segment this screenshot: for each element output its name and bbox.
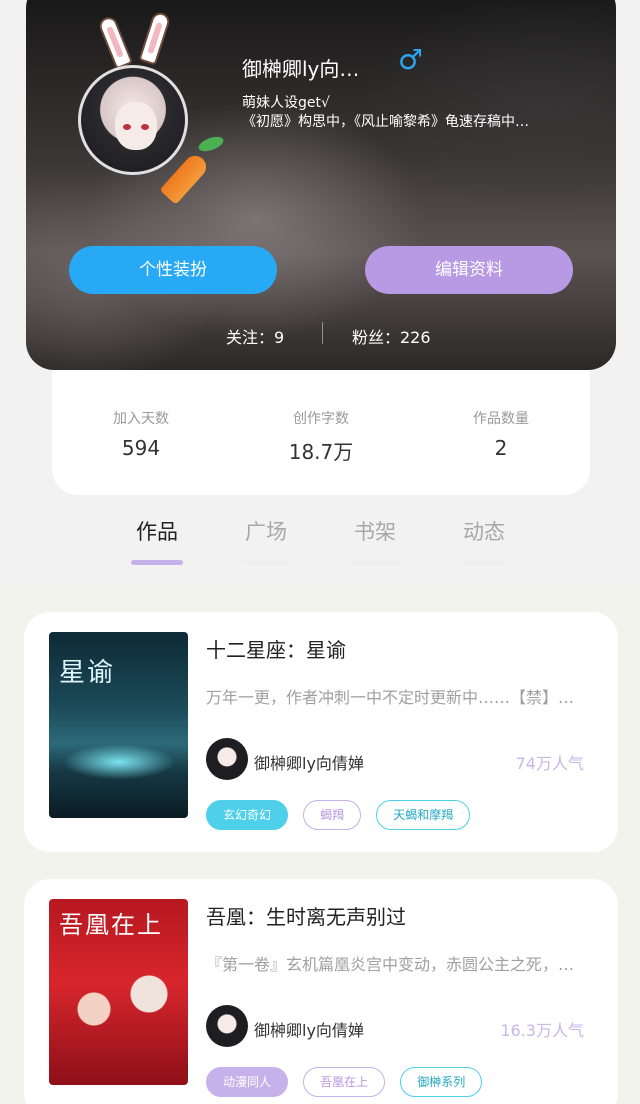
personalize-button[interactable]: 个性装扮 — [69, 246, 277, 294]
user-bio: 萌妹人设get√ 《初愿》构思中，《风止喻黎希》龟速存稿中… — [242, 94, 572, 132]
book-description: 『第一卷』玄机篇凰炎宫中变动，赤圆公主之死，… — [206, 955, 575, 974]
book-title[interactable]: 吾凰：生时离无声别过 — [206, 901, 406, 930]
book-title[interactable]: 十二星座：星谕 — [206, 634, 346, 663]
book-cover[interactable]: 吾凰在上 — [49, 899, 188, 1085]
username: 御榊卿ly向… — [242, 57, 360, 81]
tag[interactable]: 吾凰在上 — [303, 1067, 386, 1097]
following-count[interactable]: 关注：9 — [226, 324, 284, 348]
fans-count[interactable]: 粉丝：226 — [352, 324, 431, 348]
edit-profile-button[interactable]: 编辑资料 — [365, 246, 573, 294]
author-avatar — [206, 738, 248, 780]
author-avatar — [206, 1005, 248, 1047]
book-card[interactable]: 星谕 十二星座：星谕 万年一更，作者冲刺一中不定时更新中……【禁】… 御榊卿ly… — [24, 612, 618, 852]
stat-works-count: 作品数量 2 — [473, 411, 529, 460]
tab-square[interactable]: 广场 — [226, 516, 306, 565]
tag-list: 动漫同人 吾凰在上 御榊系列 — [206, 1067, 492, 1097]
author-name: 御榊卿ly向倩婵 — [254, 1021, 364, 1040]
avatar-image — [78, 65, 188, 175]
bunny-ears-decoration — [88, 10, 178, 70]
popularity: 74万人气 — [515, 754, 584, 773]
book-description: 万年一更，作者冲刺一中不定时更新中……【禁】… — [206, 688, 575, 707]
male-icon: ♂ — [398, 43, 424, 76]
profile-area: 御榊卿ly向… ♂ 萌妹人设get√ 《初愿》构思中，《风止喻黎希》龟速存稿中…… — [0, 0, 640, 582]
bio-line: 萌妹人设get√ — [242, 95, 330, 111]
profile-header: 御榊卿ly向… ♂ 萌妹人设get√ 《初愿》构思中，《风止喻黎希》龟速存稿中…… — [26, 0, 616, 370]
popularity: 16.3万人气 — [500, 1021, 584, 1040]
bio-line: 《初愿》构思中，《风止喻黎希》龟速存稿中… — [242, 114, 529, 130]
stats-card: 加入天数 594 创作字数 18.7万 作品数量 2 — [52, 370, 590, 495]
stat-word-count: 创作字数 18.7万 — [288, 411, 354, 464]
tag-list: 玄幻奇幻 蝎羯 天蝎和摩羯 — [206, 800, 480, 830]
user-avatar[interactable] — [78, 10, 226, 205]
tab-bookshelf[interactable]: 书架 — [335, 516, 415, 565]
divider — [322, 322, 323, 344]
book-cover[interactable]: 星谕 — [49, 632, 188, 818]
tab-bar: 作品 广场 书架 动态 — [0, 516, 640, 568]
tag[interactable]: 蝎羯 — [303, 800, 362, 830]
stat-join-days: 加入天数 594 — [113, 411, 169, 460]
tag[interactable]: 动漫同人 — [206, 1067, 289, 1097]
book-card[interactable]: 吾凰在上 吾凰：生时离无声别过 『第一卷』玄机篇凰炎宫中变动，赤圆公主之死，… … — [24, 879, 618, 1104]
tab-activity[interactable]: 动态 — [444, 516, 524, 565]
author-name: 御榊卿ly向倩婵 — [254, 754, 364, 773]
tag[interactable]: 御榊系列 — [400, 1067, 483, 1097]
tab-works[interactable]: 作品 — [117, 516, 197, 565]
tag[interactable]: 天蝎和摩羯 — [376, 800, 471, 830]
tag[interactable]: 玄幻奇幻 — [206, 800, 289, 830]
